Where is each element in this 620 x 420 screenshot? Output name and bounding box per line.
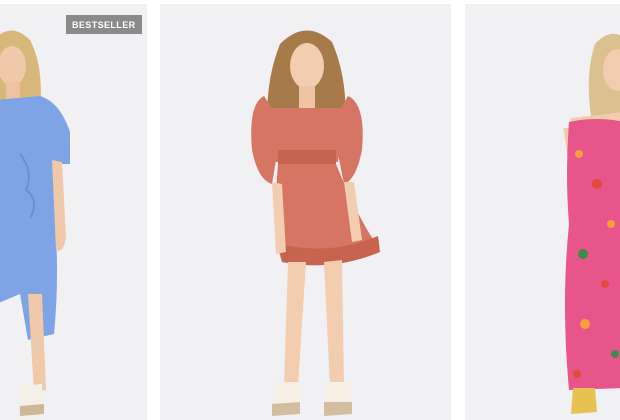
product-image[interactable]: [0, 4, 147, 420]
product-card[interactable]: BESTSELLER: [0, 4, 147, 420]
product-card[interactable]: [160, 4, 451, 420]
product-image[interactable]: [465, 4, 620, 420]
bestseller-badge: BESTSELLER: [66, 15, 142, 34]
product-image[interactable]: [160, 4, 451, 420]
product-card[interactable]: [465, 4, 620, 420]
